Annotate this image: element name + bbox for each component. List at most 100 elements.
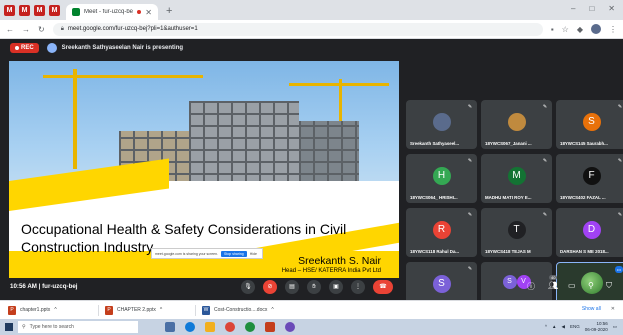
divider <box>195 304 196 316</box>
clock[interactable]: 10:56 06-09-2020 <box>585 321 608 332</box>
meet-controls: 10:56 AM | fur-uzcq-bej 🎙︎ ⊘ ▤ ✋︎ ▣ ⋮ ☎︎… <box>0 274 623 300</box>
url-field[interactable]: 🔒︎ meet.google.com/fur-uzcq-bej?pli=1&au… <box>52 22 543 36</box>
gmail-tab[interactable]: M <box>4 5 15 16</box>
language-indicator[interactable]: ENG <box>570 324 580 329</box>
participant-name: DARSHAN S ME 2018... <box>560 249 609 254</box>
forward-arrow-icon[interactable]: → <box>22 25 30 34</box>
presenter-avatar <box>46 43 57 53</box>
edge-icon[interactable] <box>185 322 195 332</box>
participant-tile[interactable]: R ✎ 18YWCS118 Rahul Da... <box>406 208 477 257</box>
slide-role: Head – HSE/ KATERRA India Pvt Ltd <box>281 268 381 274</box>
notification-icon[interactable]: ▭ <box>613 324 617 330</box>
network-icon[interactable]: ▲ <box>552 324 556 329</box>
participant-name: Sreekanth Sathyaseel... <box>410 141 460 146</box>
end-call-button[interactable]: ☎︎ <box>373 280 393 294</box>
avatar: R <box>432 221 451 239</box>
chrome-icon[interactable] <box>225 322 235 332</box>
camera-icon[interactable]: ▪ <box>551 25 554 34</box>
present-button[interactable]: ▣ <box>329 280 343 294</box>
new-tab-button[interactable]: + <box>166 5 172 17</box>
maximize-button[interactable]: □ <box>589 4 594 13</box>
participant-tile[interactable]: F ✎ 18YWCS402 FAZAL ... <box>556 154 623 203</box>
volume-icon[interactable]: ◀ <box>561 324 564 330</box>
pinned-apps <box>165 322 295 332</box>
hide-button[interactable]: Hide <box>250 252 257 256</box>
lock-icon: 🔒︎ <box>60 25 64 32</box>
chevron-up-icon[interactable]: ^ <box>54 307 56 313</box>
star-icon[interactable]: ☆ <box>562 25 569 34</box>
gmail-tab[interactable]: M <box>19 5 30 16</box>
avatar <box>432 113 451 131</box>
file-explorer-icon[interactable] <box>205 322 215 332</box>
presentation-slide: Occupational Health & Safety Considerati… <box>9 61 399 278</box>
mic-muted-icon: ✎ <box>617 158 623 164</box>
participant-tile[interactable]: S ✎ 18YWCS145 Saurabh... <box>556 100 623 149</box>
stop-sharing-button[interactable]: Stop sharing <box>221 250 247 257</box>
mic-muted-icon: ✎ <box>617 212 623 218</box>
chevron-up-icon[interactable]: ^ <box>271 307 273 313</box>
chevron-up-icon[interactable]: ^ <box>160 307 162 313</box>
tab-meet-active[interactable]: Meet - fur-uzcq-bej ✕ <box>66 4 158 20</box>
activities-icon[interactable]: ⚲ <box>588 281 594 290</box>
extension-icon[interactable]: ◆ <box>577 25 583 34</box>
taskbar-search-input[interactable]: ⚲ Type here to search <box>18 321 138 333</box>
participant-tile[interactable]: ✎ Sreekanth Sathyaseel... <box>406 100 477 149</box>
download-item[interactable]: P chapter1.pptx ^ <box>8 305 92 315</box>
app-icon[interactable] <box>285 322 295 332</box>
powerpoint-icon[interactable] <box>265 322 275 332</box>
tab-title: Meet - fur-uzcq-bej <box>84 9 134 15</box>
gmail-tab[interactable]: M <box>49 5 60 16</box>
more-options-button[interactable]: ⋮ <box>351 280 365 294</box>
share-notice-text: meet.google.com is sharing your screen. <box>155 251 219 256</box>
crane-mast <box>73 69 77 169</box>
mic-muted-icon: ✎ <box>542 158 548 164</box>
pptx-file-icon: P <box>8 305 16 315</box>
self-options-icon[interactable]: ••• <box>614 266 623 273</box>
windows-taskbar: ⚲ Type here to search ^ ▲ ◀ ENG 10:56 06… <box>0 319 623 335</box>
gmail-tab[interactable]: M <box>34 5 45 16</box>
close-downloads-icon[interactable]: ✕ <box>611 306 615 312</box>
download-item[interactable]: P CHAPTER 2.pptx ^ <box>105 305 189 315</box>
address-bar-row: ← → ↻ 🔒︎ meet.google.com/fur-uzcq-bej?pl… <box>0 20 623 39</box>
avatar: M <box>507 167 526 185</box>
slide-author: Sreekanth S. Nair <box>298 255 381 267</box>
participant-tile[interactable]: T ✎ 18YWCS418 TEJAS M <box>481 208 552 257</box>
avatar: T <box>507 221 526 239</box>
back-arrow-icon[interactable]: ← <box>6 25 14 34</box>
pptx-file-icon: P <box>105 305 113 315</box>
url-text: meet.google.com/fur-uzcq-bej?pli=1&authu… <box>67 26 198 32</box>
meet-favicon-icon <box>72 8 80 16</box>
captions-button[interactable]: ▤ <box>285 280 299 294</box>
tab-close-icon[interactable]: ✕ <box>145 8 152 17</box>
menu-kebab-icon[interactable]: ⋮ <box>609 25 617 34</box>
participant-name: 18YWCS402 FAZAL ... <box>560 195 606 200</box>
rec-label: REC <box>21 45 34 51</box>
people-icon[interactable]: 👥︎ <box>548 281 558 290</box>
show-all-link[interactable]: Show all <box>582 306 601 312</box>
participant-tile[interactable]: H ✎ 18YWCS064_ HRISHI... <box>406 154 477 203</box>
host-controls-icon[interactable]: ⛉ <box>606 281 612 291</box>
mic-button[interactable]: 🎙︎ <box>241 280 255 294</box>
tray-chevron-icon[interactable]: ^ <box>545 324 547 329</box>
windows-start-button[interactable] <box>0 319 18 335</box>
download-item[interactable]: W Cost-Constructio....docx ^ <box>202 305 286 315</box>
participant-tile[interactable]: D ✎ DARSHAN S ME 2018... <box>556 208 623 257</box>
search-placeholder: Type here to search <box>29 324 74 330</box>
reload-icon[interactable]: ↻ <box>38 25 45 34</box>
participant-tile[interactable]: M ✎ MADHU MATI ROY E... <box>481 154 552 203</box>
task-view-icon[interactable] <box>165 322 175 332</box>
people-count-badge: 40 <box>549 275 558 280</box>
search-icon: ⚲ <box>22 324 26 330</box>
profile-avatar[interactable] <box>591 24 601 34</box>
minimize-button[interactable]: – <box>571 4 575 13</box>
participant-name: 18YWCS067_Janani ... <box>485 141 532 146</box>
raise-hand-button[interactable]: ✋︎ <box>307 280 321 294</box>
camera-off-button[interactable]: ⊘ <box>263 280 277 294</box>
close-window-button[interactable]: ✕ <box>608 4 615 13</box>
participant-tile[interactable]: ✎ 18YWCS067_Janani ... <box>481 100 552 149</box>
chat-icon[interactable]: ▭ <box>568 281 576 290</box>
info-icon[interactable]: ⓘ <box>527 281 535 292</box>
mic-muted-icon: ✎ <box>467 212 473 218</box>
chrome-icon[interactable] <box>245 322 255 332</box>
crane-jib <box>43 75 203 78</box>
